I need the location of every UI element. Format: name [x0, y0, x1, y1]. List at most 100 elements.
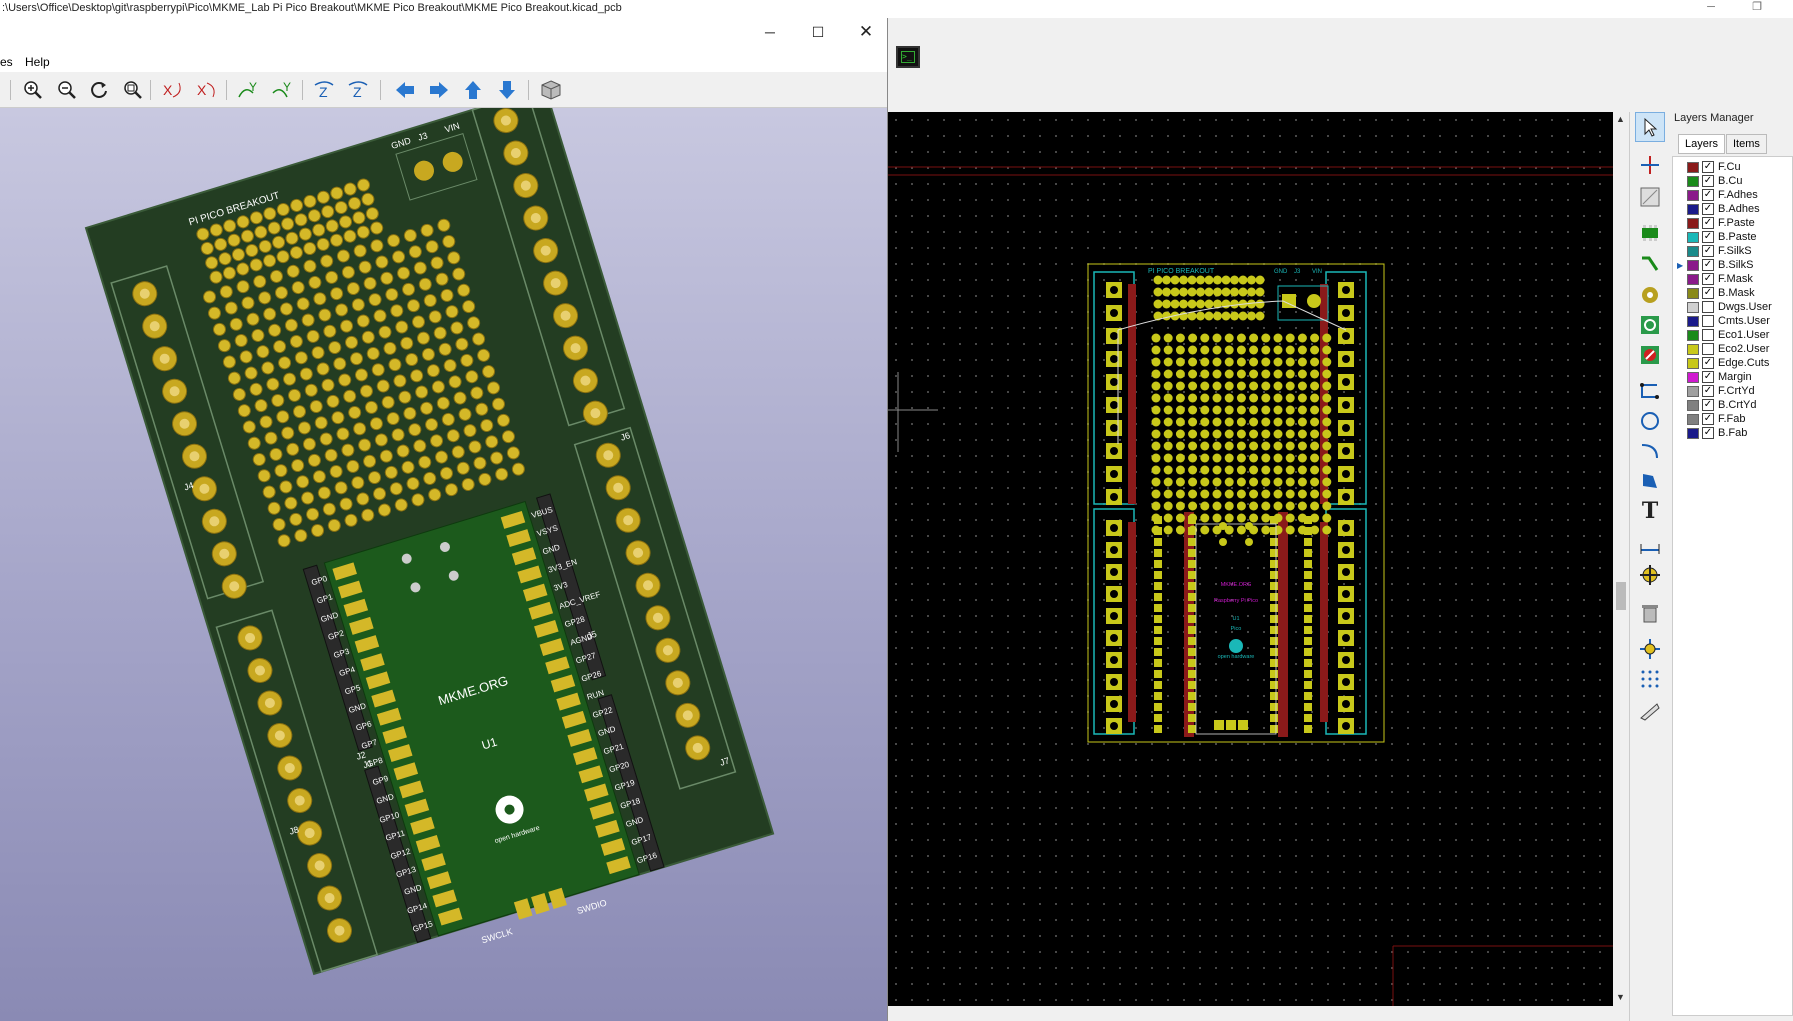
layer-color-swatch[interactable] — [1687, 385, 1699, 397]
add-via-icon[interactable] — [1635, 280, 1665, 310]
draw-circle-icon[interactable] — [1635, 406, 1665, 436]
route-track-icon[interactable] — [1635, 250, 1665, 280]
layer-color-swatch[interactable] — [1687, 427, 1699, 439]
layer-name[interactable]: Eco2.User — [1718, 343, 1769, 355]
layer-name[interactable]: Margin — [1718, 371, 1752, 383]
layer-visibility-checkbox[interactable]: ✓ — [1702, 413, 1714, 425]
scrollbar-thumb[interactable] — [1616, 582, 1626, 610]
rotate-x-cw-icon[interactable]: X — [160, 78, 186, 102]
add-text-icon[interactable]: T — [1635, 496, 1665, 526]
delete-icon[interactable] — [1635, 598, 1665, 628]
layer-name[interactable]: F.Fab — [1718, 413, 1746, 425]
layer-name[interactable]: Cmts.User — [1718, 315, 1770, 327]
local-ratsnest-icon[interactable] — [1635, 182, 1665, 212]
layer-visibility-checkbox[interactable] — [1702, 301, 1714, 313]
tab-items[interactable]: Items — [1726, 134, 1767, 154]
draw-polygon-icon[interactable] — [1635, 466, 1665, 496]
layer-color-swatch[interactable] — [1687, 189, 1699, 201]
3d-render-canvas[interactable]: PI PICO BREAKOUT GND J3 VIN MKME.ORG U1 open h… — [0, 108, 887, 1021]
add-keepout-icon[interactable] — [1635, 340, 1665, 370]
layer-color-swatch[interactable] — [1687, 343, 1699, 355]
layer-color-swatch[interactable] — [1687, 301, 1699, 313]
layer-color-swatch[interactable] — [1687, 259, 1699, 271]
layer-color-swatch[interactable] — [1687, 315, 1699, 327]
layer-color-swatch[interactable] — [1687, 203, 1699, 215]
rotate-z-ccw-icon[interactable]: Z — [346, 78, 372, 102]
layer-name[interactable]: Edge.Cuts — [1718, 357, 1769, 369]
layer-color-swatch[interactable] — [1687, 273, 1699, 285]
layer-color-swatch[interactable] — [1687, 245, 1699, 257]
layer-visibility-checkbox[interactable] — [1702, 329, 1714, 341]
viewer-close-icon[interactable]: ✕ — [852, 22, 880, 42]
horizontal-scrollbar[interactable] — [888, 1006, 1613, 1021]
layer-name[interactable]: F.Mask — [1718, 273, 1753, 285]
menu-help[interactable]: Help — [25, 55, 50, 69]
layer-name[interactable]: B.Cu — [1718, 175, 1742, 187]
layer-name[interactable]: F.Cu — [1718, 161, 1741, 173]
pan-down-icon[interactable] — [494, 78, 520, 102]
redraw-icon[interactable] — [86, 78, 112, 102]
menu-preferences[interactable]: es — [0, 55, 13, 69]
scroll-down-icon[interactable]: ▼ — [1616, 992, 1625, 1002]
set-origin-icon[interactable] — [1635, 634, 1665, 664]
layer-color-swatch[interactable] — [1687, 399, 1699, 411]
layer-visibility-checkbox[interactable] — [1702, 315, 1714, 327]
layer-visibility-checkbox[interactable]: ✓ — [1702, 231, 1714, 243]
layer-name[interactable]: Eco1.User — [1718, 329, 1769, 341]
layer-name[interactable]: F.CrtYd — [1718, 385, 1755, 397]
layer-name[interactable]: B.Adhes — [1718, 203, 1760, 215]
layer-name[interactable]: B.CrtYd — [1718, 399, 1757, 411]
scripting-console-icon[interactable]: >_ — [896, 46, 920, 68]
viewer-minimize-icon[interactable]: ─ — [756, 24, 784, 44]
layer-visibility-checkbox[interactable]: ✓ — [1702, 371, 1714, 383]
rotate-y-ccw-icon[interactable]: Y — [270, 78, 296, 102]
layer-visibility-checkbox[interactable]: ✓ — [1702, 203, 1714, 215]
ortho-3d-icon[interactable] — [538, 78, 564, 102]
zoom-fit-icon[interactable] — [120, 78, 146, 102]
add-target-icon[interactable] — [1635, 560, 1665, 590]
draw-arc-icon[interactable] — [1635, 436, 1665, 466]
layer-name[interactable]: F.SilkS — [1718, 245, 1752, 257]
layer-color-swatch[interactable] — [1687, 175, 1699, 187]
layer-color-swatch[interactable] — [1687, 161, 1699, 173]
layer-color-swatch[interactable] — [1687, 217, 1699, 229]
grid-origin-icon[interactable] — [1635, 664, 1665, 694]
layer-name[interactable]: Dwgs.User — [1718, 301, 1772, 313]
layer-visibility-checkbox[interactable]: ✓ — [1702, 399, 1714, 411]
layer-color-swatch[interactable] — [1687, 413, 1699, 425]
layer-visibility-checkbox[interactable] — [1702, 343, 1714, 355]
layer-color-swatch[interactable] — [1687, 287, 1699, 299]
rotate-y-cw-icon[interactable]: Y — [236, 78, 262, 102]
pan-left-icon[interactable] — [392, 78, 418, 102]
layer-color-swatch[interactable] — [1687, 231, 1699, 243]
layer-visibility-checkbox[interactable]: ✓ — [1702, 175, 1714, 187]
layer-visibility-checkbox[interactable]: ✓ — [1702, 217, 1714, 229]
pcb-canvas[interactable]: PI PICO BREAKOUT GND J3 VIN MKME.ORG Raspberr… — [878, 112, 1613, 1006]
minimize-icon[interactable]: ─ — [1688, 0, 1734, 18]
rotate-x-ccw-icon[interactable]: X — [194, 78, 220, 102]
layer-color-swatch[interactable] — [1687, 329, 1699, 341]
layer-name[interactable]: B.Fab — [1718, 427, 1747, 439]
layer-visibility-checkbox[interactable]: ✓ — [1702, 161, 1714, 173]
vertical-scrollbar[interactable]: ▲ ▼ — [1613, 112, 1629, 1006]
pan-right-icon[interactable] — [426, 78, 452, 102]
layer-visibility-checkbox[interactable]: ✓ — [1702, 427, 1714, 439]
rotate-z-cw-icon[interactable]: Z — [312, 78, 338, 102]
layer-visibility-checkbox[interactable]: ✓ — [1702, 245, 1714, 257]
measure-icon[interactable] — [1635, 696, 1665, 726]
highlight-net-icon[interactable] — [1635, 150, 1665, 180]
layer-name[interactable]: F.Adhes — [1718, 189, 1758, 201]
layer-row[interactable]: ✓ B.Fab — [1687, 425, 1747, 441]
tab-layers[interactable]: Layers — [1678, 134, 1726, 154]
layer-visibility-checkbox[interactable]: ✓ — [1702, 273, 1714, 285]
add-zone-icon[interactable] — [1635, 310, 1665, 340]
layer-name[interactable]: B.Paste — [1718, 231, 1757, 243]
draw-line-icon[interactable] — [1635, 376, 1665, 406]
zoom-in-icon[interactable] — [20, 78, 46, 102]
add-dimension-icon[interactable] — [1635, 530, 1665, 560]
layer-visibility-checkbox[interactable]: ✓ — [1702, 287, 1714, 299]
zoom-out-icon[interactable] — [54, 78, 80, 102]
layer-visibility-checkbox[interactable]: ✓ — [1702, 385, 1714, 397]
layer-name[interactable]: F.Paste — [1718, 217, 1755, 229]
scroll-up-icon[interactable]: ▲ — [1616, 114, 1625, 124]
